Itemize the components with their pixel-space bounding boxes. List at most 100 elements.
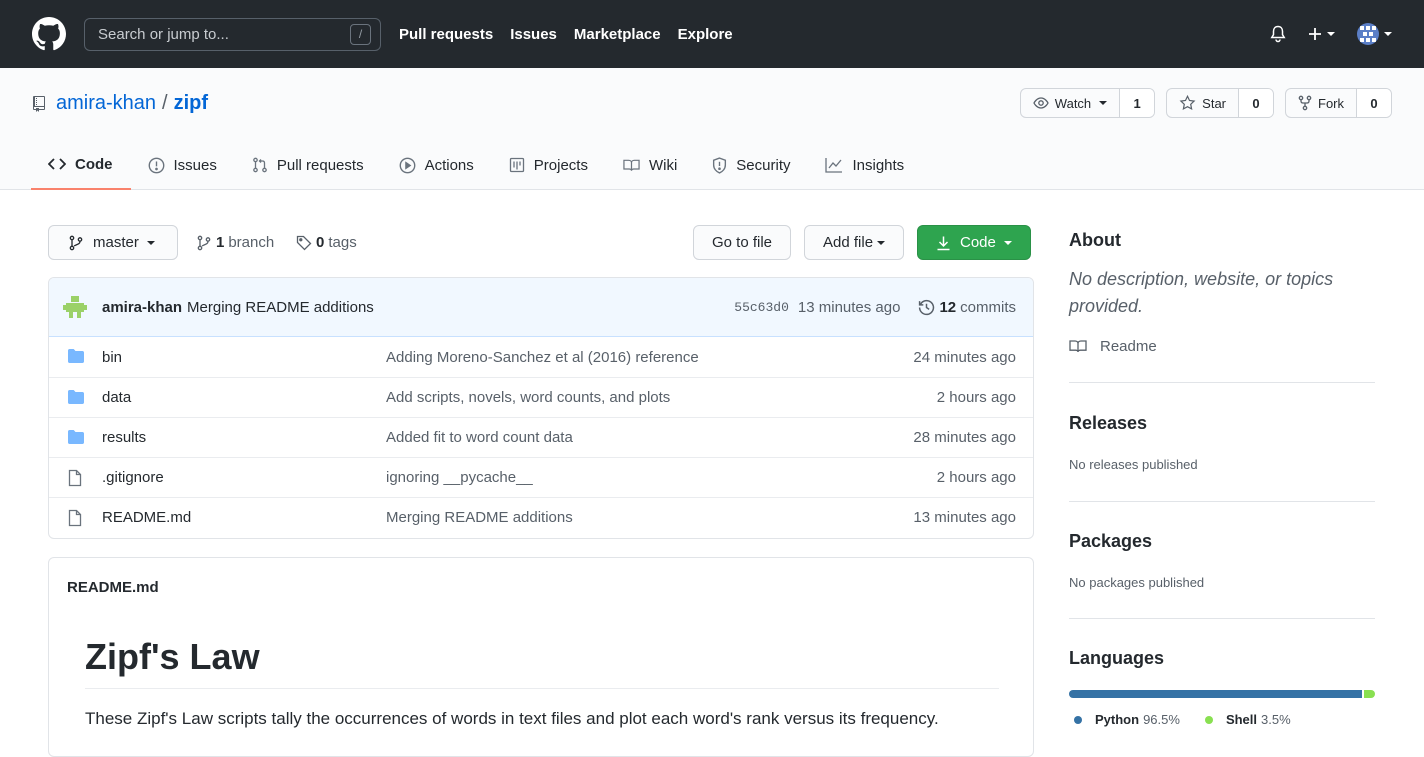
file-commit-message[interactable]: Merging README additions bbox=[386, 509, 573, 526]
file-list: amira-khan Merging README additions 55c6… bbox=[48, 277, 1034, 539]
table-row: results Added fit to word count data 28 mi… bbox=[49, 417, 1033, 457]
fork-icon bbox=[1298, 95, 1312, 111]
search-placeholder: Search or jump to... bbox=[98, 25, 229, 43]
star-icon bbox=[1179, 95, 1196, 111]
file-name-link[interactable]: bin bbox=[102, 349, 122, 366]
star-count[interactable]: 0 bbox=[1239, 89, 1273, 117]
file-name-link[interactable]: data bbox=[102, 389, 131, 406]
branch-select-button[interactable]: master bbox=[48, 225, 178, 260]
notifications-bell-icon[interactable] bbox=[1270, 25, 1286, 43]
releases-heading[interactable]: Releases bbox=[1069, 413, 1375, 434]
language-name[interactable]: Shell bbox=[1226, 712, 1257, 727]
table-row: .gitignore ignoring __pycache__ 2 hours ag… bbox=[49, 457, 1033, 497]
file-name-link[interactable]: README.md bbox=[102, 509, 191, 526]
file-commit-message[interactable]: ignoring __pycache__ bbox=[386, 469, 533, 486]
about-heading: About bbox=[1069, 230, 1121, 250]
code-download-button[interactable]: Code bbox=[917, 225, 1031, 260]
chevron-down-icon bbox=[1099, 101, 1108, 105]
fork-count[interactable]: 0 bbox=[1357, 89, 1391, 117]
avatar[interactable] bbox=[62, 294, 102, 320]
user-menu-button[interactable] bbox=[1357, 23, 1392, 45]
chevron-down-icon bbox=[877, 240, 886, 245]
branches-link[interactable]: 1 branch bbox=[196, 225, 274, 260]
nav-explore[interactable]: Explore bbox=[678, 26, 733, 43]
repo-icon bbox=[32, 95, 46, 112]
folder-icon bbox=[68, 349, 84, 363]
git-branch-icon bbox=[197, 235, 211, 250]
project-icon bbox=[509, 157, 524, 173]
branch-count: 1 bbox=[216, 234, 225, 251]
file-icon bbox=[68, 509, 82, 527]
chevron-down-icon bbox=[146, 240, 155, 245]
tab-code[interactable]: Code bbox=[31, 140, 131, 190]
language-bar bbox=[1069, 690, 1375, 698]
repo-name-link[interactable]: zipf bbox=[174, 92, 208, 115]
file-commit-message[interactable]: Add scripts, novels, word counts, and pl… bbox=[386, 389, 670, 406]
readme-filename[interactable]: README.md bbox=[67, 579, 159, 596]
watch-group: Watch 1 bbox=[1019, 88, 1156, 118]
book-icon bbox=[1069, 340, 1087, 353]
tab-projects-label: Projects bbox=[533, 156, 588, 174]
commits-link[interactable]: 12 commits bbox=[918, 299, 1016, 316]
commit-message[interactable]: Merging README additions bbox=[187, 299, 374, 316]
tags-link[interactable]: 0 tags bbox=[296, 225, 357, 260]
add-file-button[interactable]: Add file bbox=[804, 225, 905, 260]
tab-insights[interactable]: Insights bbox=[808, 140, 922, 190]
tab-pull-requests[interactable]: Pull requests bbox=[235, 140, 382, 190]
commit-sha[interactable]: 55c63d0 bbox=[734, 300, 789, 315]
tab-pull-requests-label: Pull requests bbox=[276, 156, 364, 174]
star-label: Star bbox=[1202, 95, 1226, 111]
tab-actions[interactable]: Actions bbox=[382, 140, 492, 190]
fork-group: Fork 0 bbox=[1285, 88, 1392, 118]
chevron-down-icon bbox=[1384, 32, 1392, 36]
folder-icon bbox=[68, 430, 84, 444]
tab-projects[interactable]: Projects bbox=[492, 140, 606, 190]
branch-name: master bbox=[93, 234, 139, 251]
create-new-button[interactable] bbox=[1308, 27, 1335, 41]
nav-pull-requests[interactable]: Pull requests bbox=[399, 26, 493, 43]
tab-issues[interactable]: Issues bbox=[131, 140, 235, 190]
readme-link[interactable]: Readme bbox=[1069, 338, 1375, 355]
watch-count[interactable]: 1 bbox=[1120, 89, 1155, 117]
search-input[interactable]: Search or jump to... / bbox=[84, 17, 381, 51]
readme-title: Zipf's Law bbox=[85, 636, 999, 689]
code-download-label: Code bbox=[960, 234, 996, 251]
file-commit-message[interactable]: Added fit to word count data bbox=[386, 429, 573, 446]
tab-security[interactable]: Security bbox=[695, 140, 808, 190]
github-logo-icon[interactable] bbox=[32, 17, 84, 51]
book-icon bbox=[623, 159, 640, 171]
watch-button[interactable]: Watch bbox=[1021, 89, 1121, 117]
repo-owner-link[interactable]: amira-khan bbox=[56, 92, 156, 115]
file-icon bbox=[68, 469, 82, 487]
nav-marketplace[interactable]: Marketplace bbox=[574, 26, 661, 43]
pull-request-icon bbox=[253, 157, 267, 173]
commit-author[interactable]: amira-khan bbox=[102, 299, 182, 316]
search-shortcut-badge: / bbox=[350, 23, 371, 45]
repo-actions: Watch 1 Star 0 Fork 0 bbox=[1009, 88, 1392, 118]
file-name-link[interactable]: results bbox=[102, 429, 146, 446]
fork-label: Fork bbox=[1318, 95, 1344, 111]
file-name-link[interactable]: .gitignore bbox=[102, 469, 164, 486]
file-icon bbox=[67, 509, 83, 527]
folder-icon bbox=[68, 390, 84, 404]
divider bbox=[1069, 501, 1375, 502]
language-name[interactable]: Python bbox=[1095, 712, 1139, 727]
tab-actions-label: Actions bbox=[424, 156, 474, 174]
file-commit-age: 28 minutes ago bbox=[913, 429, 1016, 446]
star-group: Star 0 bbox=[1166, 88, 1274, 118]
readme-link-label: Readme bbox=[1100, 338, 1157, 355]
language-bar-segment[interactable] bbox=[1069, 690, 1363, 698]
go-to-file-button[interactable]: Go to file bbox=[693, 225, 792, 260]
table-row: bin Adding Moreno-Sanchez et al (2016) re… bbox=[49, 337, 1033, 377]
nav-issues[interactable]: Issues bbox=[510, 26, 557, 43]
folder-icon bbox=[67, 389, 85, 405]
packages-heading[interactable]: Packages bbox=[1069, 531, 1375, 552]
file-commit-message[interactable]: Adding Moreno-Sanchez et al (2016) refer… bbox=[386, 349, 699, 366]
tab-wiki[interactable]: Wiki bbox=[606, 140, 695, 190]
repo-tabs: Code Issues Pull requests Actions Projec… bbox=[31, 140, 922, 190]
about-description: No description, website, or topics provi… bbox=[1069, 269, 1334, 316]
language-bar-segment[interactable] bbox=[1364, 690, 1375, 698]
fork-button[interactable]: Fork bbox=[1286, 89, 1357, 117]
star-button[interactable]: Star bbox=[1167, 89, 1239, 117]
folder-icon bbox=[67, 429, 85, 445]
